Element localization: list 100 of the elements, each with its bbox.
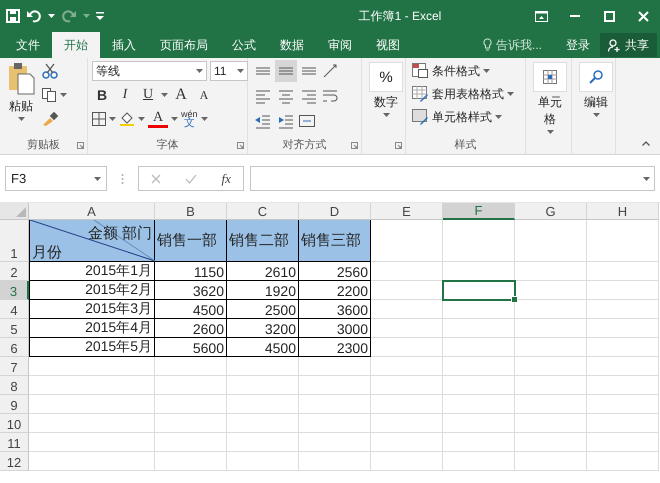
- caret-icon[interactable]: [200, 117, 208, 121]
- collapse-ribbon-icon[interactable]: [642, 141, 650, 146]
- formula-input-field[interactable]: [250, 166, 655, 191]
- ribbon-tab[interactable]: 文件: [4, 32, 52, 58]
- empty-cell[interactable]: [299, 357, 371, 376]
- style-menu-button[interactable]: 单元格样式: [410, 106, 516, 128]
- borders-icon[interactable]: [92, 112, 106, 126]
- caret-icon[interactable]: [237, 69, 244, 73]
- phonetic-guide-button[interactable]: wén 文: [181, 110, 198, 128]
- underline-button[interactable]: U: [138, 85, 158, 105]
- number-format-button[interactable]: % 数字: [366, 60, 406, 134]
- caret-icon[interactable]: [382, 113, 390, 117]
- empty-cell[interactable]: [587, 395, 659, 414]
- caret-icon[interactable]: [18, 117, 24, 121]
- empty-cell[interactable]: [299, 376, 371, 395]
- empty-cell[interactable]: [371, 414, 443, 433]
- row-header[interactable]: 11: [0, 433, 29, 452]
- empty-cell[interactable]: [515, 220, 587, 262]
- caret-icon[interactable]: [60, 93, 67, 97]
- empty-cell[interactable]: [587, 281, 659, 300]
- row-header[interactable]: 5: [0, 319, 29, 338]
- empty-cell[interactable]: [371, 357, 443, 376]
- empty-cell[interactable]: [227, 452, 299, 471]
- empty-cell[interactable]: [443, 433, 515, 452]
- ribbon-tab[interactable]: 公式: [220, 32, 268, 58]
- caret-icon[interactable]: [83, 14, 90, 18]
- caret-icon[interactable]: [161, 93, 168, 97]
- empty-cell[interactable]: [443, 414, 515, 433]
- empty-cell[interactable]: [515, 452, 587, 471]
- customize-toolbar-icon[interactable]: [96, 12, 104, 20]
- empty-cell[interactable]: [371, 452, 443, 471]
- caret-icon[interactable]: [483, 69, 490, 73]
- empty-cell[interactable]: [515, 319, 587, 338]
- empty-cell[interactable]: [587, 300, 659, 319]
- caret-icon[interactable]: [171, 117, 178, 121]
- empty-cell[interactable]: [155, 376, 227, 395]
- empty-cell[interactable]: [443, 300, 515, 319]
- row-header[interactable]: 10: [0, 414, 29, 433]
- empty-cell[interactable]: [155, 433, 227, 452]
- empty-cell[interactable]: [515, 338, 587, 357]
- column-header[interactable]: B: [155, 203, 227, 220]
- caret-icon[interactable]: [592, 113, 600, 117]
- column-header[interactable]: G: [515, 203, 587, 220]
- empty-cell[interactable]: [587, 433, 659, 452]
- empty-cell[interactable]: [443, 338, 515, 357]
- ribbon-tab[interactable]: 插入: [100, 32, 148, 58]
- column-header[interactable]: E: [371, 203, 443, 220]
- font-name-field[interactable]: 等线: [92, 61, 207, 81]
- insert-function-button[interactable]: fx: [222, 170, 231, 186]
- empty-cell[interactable]: [587, 338, 659, 357]
- active-cell-frame[interactable]: [443, 281, 515, 300]
- dialog-launcher-icon[interactable]: [395, 142, 402, 149]
- empty-cell[interactable]: [443, 220, 515, 262]
- undo-icon[interactable]: [26, 9, 42, 23]
- font-size-field[interactable]: 11: [210, 61, 248, 81]
- cells-button[interactable]: 单元格: [530, 60, 570, 136]
- align-button[interactable]: [275, 60, 297, 82]
- empty-cell[interactable]: [515, 376, 587, 395]
- dialog-launcher-icon[interactable]: [237, 142, 244, 149]
- grow-font-button[interactable]: A: [171, 85, 191, 105]
- column-header[interactable]: A: [29, 203, 155, 220]
- row-header[interactable]: 7: [0, 357, 29, 376]
- empty-cell[interactable]: [371, 300, 443, 319]
- ribbon-tab[interactable]: 页面布局: [148, 32, 220, 58]
- row-header[interactable]: 2: [0, 262, 29, 281]
- column-header[interactable]: H: [587, 203, 659, 220]
- merge-cells-icon[interactable]: [298, 112, 316, 130]
- caret-icon[interactable]: [546, 130, 554, 134]
- empty-cell[interactable]: [587, 220, 659, 262]
- empty-cell[interactable]: [371, 433, 443, 452]
- empty-cell[interactable]: [371, 262, 443, 281]
- column-header[interactable]: D: [299, 203, 371, 220]
- caret-icon[interactable]: [643, 176, 650, 180]
- fill-bucket-icon[interactable]: [119, 112, 135, 126]
- name-box[interactable]: F3: [5, 166, 107, 191]
- empty-cell[interactable]: [443, 319, 515, 338]
- empty-cell[interactable]: [515, 433, 587, 452]
- empty-cell[interactable]: [587, 319, 659, 338]
- empty-cell[interactable]: [443, 376, 515, 395]
- empty-cell[interactable]: [443, 357, 515, 376]
- share-button[interactable]: 共享: [600, 33, 657, 57]
- empty-cell[interactable]: [299, 395, 371, 414]
- caret-icon[interactable]: [48, 14, 55, 18]
- empty-cell[interactable]: [371, 395, 443, 414]
- empty-cell[interactable]: [515, 262, 587, 281]
- caret-icon[interactable]: [94, 176, 101, 180]
- caret-icon[interactable]: [138, 117, 145, 121]
- empty-cell[interactable]: [227, 433, 299, 452]
- empty-cell[interactable]: [443, 452, 515, 471]
- editing-button[interactable]: 编辑: [576, 60, 616, 134]
- caret-icon[interactable]: [196, 69, 203, 73]
- cancel-icon[interactable]: [151, 174, 162, 184]
- caret-icon[interactable]: [109, 117, 116, 121]
- dialog-launcher-icon[interactable]: [77, 142, 84, 149]
- ribbon-tab[interactable]: 数据: [268, 32, 316, 58]
- sign-in-link[interactable]: 登录: [556, 32, 600, 58]
- bold-button[interactable]: B: [92, 85, 112, 105]
- ribbon-tab[interactable]: 视图: [364, 32, 412, 58]
- ribbon-tab[interactable]: 审阅: [316, 32, 364, 58]
- empty-cell[interactable]: [227, 357, 299, 376]
